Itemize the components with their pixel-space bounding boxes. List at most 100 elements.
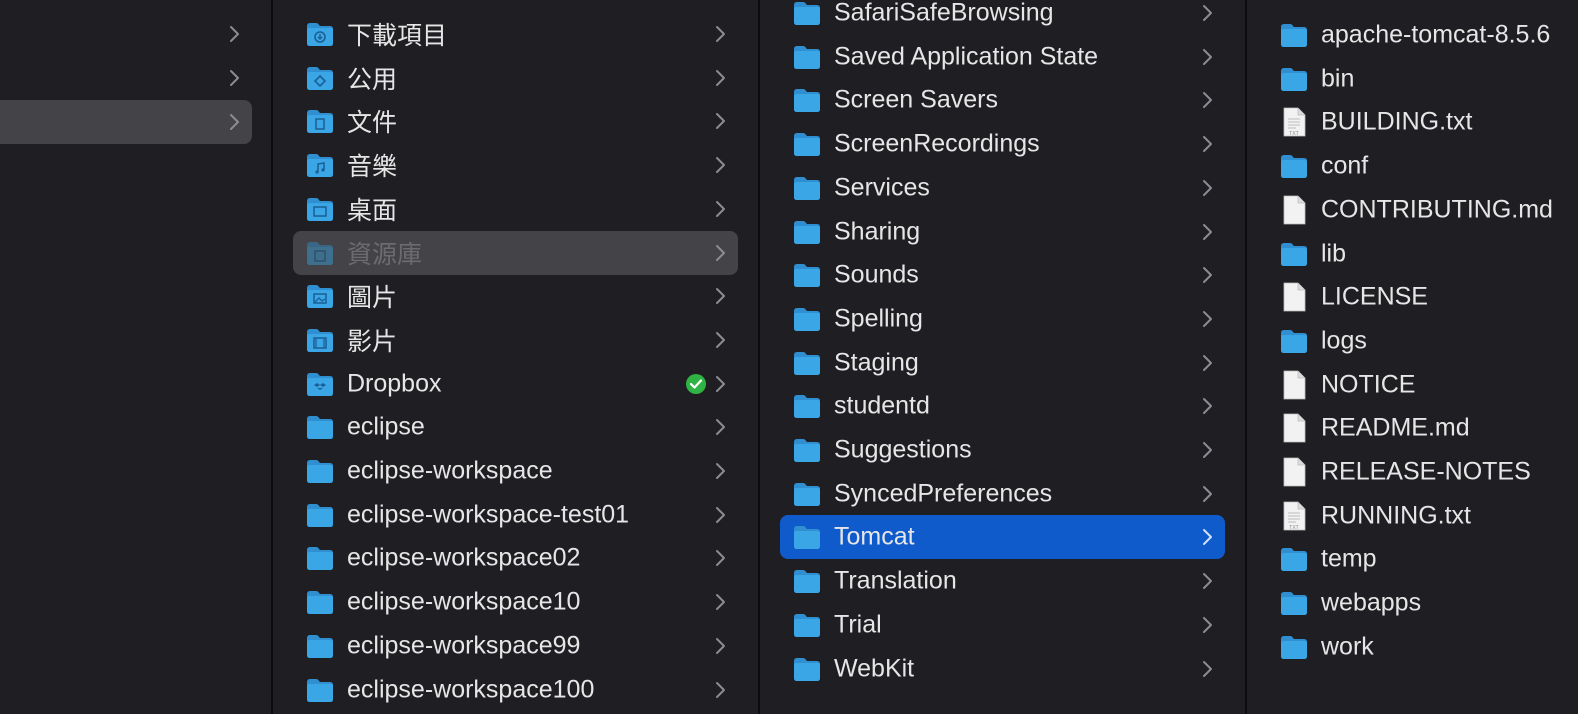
list-item[interactable]: eclipse-workspace-test01: [293, 493, 738, 537]
chevron-right-icon: [1197, 659, 1217, 679]
list-item[interactable]: Screen Savers: [780, 78, 1225, 122]
list-item[interactable]: bin: [1267, 57, 1578, 101]
folder-icon: [1279, 241, 1309, 267]
list-item[interactable]: Dropbox: [293, 362, 738, 406]
folder-icon: [305, 414, 335, 440]
list-item[interactable]: 影片: [293, 318, 738, 362]
list-item[interactable]: SafariSafeBrowsing: [780, 0, 1225, 35]
list-item[interactable]: Services: [780, 166, 1225, 210]
list-item[interactable]: RELEASE-NOTES: [1267, 450, 1578, 494]
list-item[interactable]: eclipse: [293, 405, 738, 449]
list-item[interactable]: studentd: [780, 384, 1225, 428]
column-1-row[interactable]: [0, 12, 252, 56]
folder-icon: [792, 612, 822, 638]
list-item[interactable]: Sounds: [780, 253, 1225, 297]
list-item[interactable]: Sharing: [780, 210, 1225, 254]
column-1-row-selected[interactable]: [0, 100, 252, 144]
list-item[interactable]: 音樂: [293, 143, 738, 187]
column-3: SafariSafeBrowsing Saved Application Stat…: [760, 0, 1246, 714]
folder-icon: [1279, 66, 1309, 92]
folder-icon: [792, 524, 822, 550]
list-item[interactable]: conf: [1267, 144, 1578, 188]
item-label: NOTICE: [1321, 370, 1416, 399]
item-label: Services: [834, 173, 930, 202]
list-item[interactable]: 圖片: [293, 274, 738, 318]
chevron-right-icon: [224, 68, 244, 88]
list-item[interactable]: CONTRIBUTING.md: [1267, 188, 1578, 232]
chevron-right-icon: [1197, 134, 1217, 154]
folder-icon: [305, 458, 335, 484]
list-item[interactable]: eclipse-workspace99: [293, 624, 738, 668]
item-label: studentd: [834, 391, 930, 420]
list-item[interactable]: Saved Application State: [780, 35, 1225, 79]
chevron-right-icon: [710, 417, 730, 437]
list-item[interactable]: eclipse-workspace: [293, 449, 738, 493]
column-1-row[interactable]: [0, 56, 252, 100]
list-item[interactable]: TXT BUILDING.txt: [1267, 100, 1578, 144]
chevron-right-icon: [710, 636, 730, 656]
folder-icon: [792, 219, 822, 245]
list-item[interactable]: temp: [1267, 537, 1578, 581]
item-label: LICENSE: [1321, 282, 1428, 311]
list-item[interactable]: Trial: [780, 603, 1225, 647]
list-item[interactable]: 桌面: [293, 187, 738, 231]
text-file-icon: TXT: [1282, 107, 1306, 137]
chevron-right-icon: [1197, 222, 1217, 242]
item-label: WebKit: [834, 654, 915, 682]
item-label: 下載項目: [347, 22, 448, 50]
list-item-selected[interactable]: Tomcat: [780, 515, 1225, 560]
list-item[interactable]: 下載項目: [293, 12, 738, 56]
item-label: 資源庫: [347, 240, 423, 269]
chevron-right-icon: [710, 68, 730, 88]
list-item[interactable]: Spelling: [780, 297, 1225, 341]
chevron-right-icon: [710, 243, 730, 263]
list-item[interactable]: ScreenRecordings: [780, 122, 1225, 166]
chevron-right-icon: [710, 592, 730, 612]
list-item[interactable]: Translation: [780, 559, 1225, 603]
chevron-right-icon: [1197, 353, 1217, 373]
folder-pictures-icon: [305, 283, 335, 309]
folder-icon: [305, 545, 335, 571]
chevron-right-icon: [1197, 396, 1217, 416]
document-file-icon: [1282, 413, 1306, 443]
item-label: RUNNING.txt: [1321, 501, 1471, 530]
list-item[interactable]: NOTICE: [1267, 363, 1578, 407]
list-item[interactable]: 公用: [293, 56, 738, 100]
chevron-right-icon: [1197, 265, 1217, 285]
chevron-right-icon: [1197, 178, 1217, 198]
list-item[interactable]: logs: [1267, 319, 1578, 363]
folder-desktop-icon: [305, 196, 335, 222]
folder-icon: [792, 568, 822, 594]
folder-icon: [792, 481, 822, 507]
item-label: 公用: [347, 65, 398, 94]
list-item[interactable]: eclipse-workspace10: [293, 580, 738, 624]
list-item[interactable]: eclipse-workspace100: [293, 668, 738, 712]
folder-documents-icon: [305, 108, 335, 134]
item-label: Saved Application State: [834, 42, 1099, 71]
chevron-right-icon: [710, 374, 730, 394]
folder-icon: [305, 502, 335, 528]
list-item[interactable]: WebKit: [780, 647, 1225, 691]
list-item[interactable]: README.md: [1267, 406, 1578, 450]
list-item[interactable]: TXT RUNNING.txt: [1267, 494, 1578, 538]
list-item-selected[interactable]: 資源庫: [293, 230, 738, 275]
list-item[interactable]: lib: [1267, 232, 1578, 276]
item-label: SafariSafeBrowsing: [834, 0, 1054, 27]
list-item[interactable]: Suggestions: [780, 428, 1225, 472]
folder-library-icon: [305, 240, 335, 266]
list-item[interactable]: eclipse-workspace02: [293, 536, 738, 580]
list-item[interactable]: 文件: [293, 99, 738, 143]
item-label: eclipse-workspace: [347, 456, 553, 485]
folder-icon: [792, 87, 822, 113]
item-label: Dropbox: [347, 369, 442, 398]
list-item[interactable]: apache-tomcat-8.5.6: [1267, 13, 1578, 57]
list-item[interactable]: SyncedPreferences: [780, 472, 1225, 516]
chevron-right-icon: [1197, 3, 1217, 23]
list-item[interactable]: webapps: [1267, 581, 1578, 625]
list-item[interactable]: LICENSE: [1267, 275, 1578, 319]
list-item[interactable]: Staging: [780, 341, 1225, 385]
chevron-right-icon: [710, 199, 730, 219]
folder-public-icon: [305, 65, 335, 91]
item-label: eclipse-workspace10: [347, 587, 581, 616]
list-item[interactable]: work: [1267, 625, 1578, 669]
